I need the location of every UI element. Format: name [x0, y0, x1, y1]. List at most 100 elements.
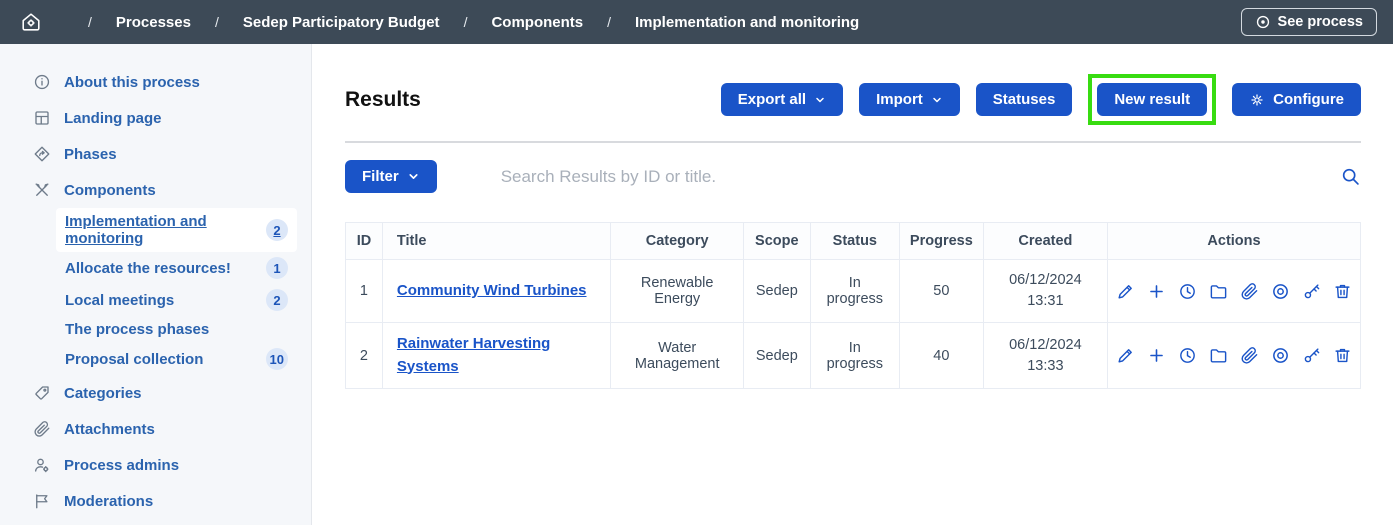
- result-status: In progress: [826, 340, 884, 372]
- result-status: In progress: [826, 275, 884, 307]
- column-header-category: Category: [611, 223, 743, 260]
- results-panel: Results Export all Import Statuses: [312, 44, 1393, 525]
- see-process-button[interactable]: See process: [1241, 8, 1377, 36]
- count-badge: 2: [266, 219, 288, 241]
- paperclip-icon[interactable]: [1240, 282, 1259, 301]
- trash-icon[interactable]: [1333, 282, 1352, 301]
- result-id: 2: [346, 323, 383, 389]
- chevron-down-icon: [814, 94, 826, 106]
- row-actions: [1116, 282, 1352, 301]
- result-title-link[interactable]: Community Wind Turbines: [397, 282, 587, 299]
- sidebar-component-implementation-monitoring[interactable]: Implementation and monitoring 2: [56, 208, 297, 252]
- breadcrumb-components[interactable]: Components: [491, 14, 583, 31]
- tools-icon: [33, 181, 51, 199]
- sidebar-item-attachments[interactable]: Attachments: [0, 411, 311, 447]
- clock-icon[interactable]: [1178, 346, 1197, 365]
- sidebar-item-label: About this process: [64, 74, 200, 91]
- result-progress: 40: [899, 323, 983, 389]
- eye-icon[interactable]: [1271, 282, 1290, 301]
- sidebar-component-proposal-collection[interactable]: Proposal collection 10: [56, 343, 297, 375]
- sidebar-item-categories[interactable]: Categories: [0, 375, 311, 411]
- edit-pencil-icon[interactable]: [1116, 346, 1135, 365]
- sidebar-component-local-meetings[interactable]: Local meetings 2: [56, 284, 297, 316]
- component-label: Local meetings: [65, 292, 174, 309]
- header-divider: [345, 141, 1361, 143]
- edit-pencil-icon[interactable]: [1116, 282, 1135, 301]
- result-created: 06/12/2024 13:33: [999, 335, 1091, 377]
- results-toolbar: Export all Import Statuses New re: [721, 74, 1361, 125]
- chevron-down-icon: [931, 94, 943, 106]
- paperclip-icon[interactable]: [1240, 346, 1259, 365]
- export-all-label: Export all: [738, 91, 806, 108]
- breadcrumb-separator: /: [215, 14, 219, 30]
- count-badge: 10: [266, 348, 288, 370]
- component-label: Allocate the resources!: [65, 260, 231, 277]
- paperclip-icon: [33, 420, 51, 438]
- result-id: 1: [346, 260, 383, 323]
- column-header-actions: Actions: [1108, 223, 1361, 260]
- page-title: Results: [345, 88, 421, 112]
- result-scope: Sedep: [743, 323, 810, 389]
- import-button[interactable]: Import: [859, 83, 960, 116]
- breadcrumb-separator: /: [88, 14, 92, 30]
- sidebar-item-label: Categories: [64, 385, 142, 402]
- sidebar-item-components[interactable]: Components: [0, 172, 311, 208]
- home-button[interactable]: [20, 11, 42, 33]
- result-title-link[interactable]: Rainwater Harvesting Systems: [397, 335, 550, 375]
- search-input[interactable]: [501, 167, 1330, 187]
- sidebar-item-label: Process admins: [64, 457, 179, 474]
- count-badge: 1: [266, 257, 288, 279]
- table-row: 2 Rainwater Harvesting Systems Water Man…: [346, 323, 1361, 389]
- sidebar-component-process-phases[interactable]: The process phases: [56, 316, 297, 343]
- import-label: Import: [876, 91, 923, 108]
- sidebar-item-phases[interactable]: Phases: [0, 136, 311, 172]
- result-progress: 50: [899, 260, 983, 323]
- column-header-status: Status: [810, 223, 899, 260]
- breadcrumb-processes[interactable]: Processes: [116, 14, 191, 31]
- component-label: Implementation and monitoring: [65, 213, 266, 247]
- eye-icon[interactable]: [1271, 346, 1290, 365]
- breadcrumb-process-name[interactable]: Sedep Participatory Budget: [243, 14, 440, 31]
- trash-icon[interactable]: [1333, 346, 1352, 365]
- key-icon[interactable]: [1302, 346, 1321, 365]
- statuses-button[interactable]: Statuses: [976, 83, 1073, 116]
- chevron-down-icon: [407, 170, 420, 183]
- plus-icon[interactable]: [1147, 282, 1166, 301]
- sidebar-item-process-admins[interactable]: Process admins: [0, 447, 311, 483]
- row-actions: [1116, 346, 1352, 365]
- sidebar-component-allocate-resources[interactable]: Allocate the resources! 1: [56, 252, 297, 284]
- phases-diamond-icon: [33, 145, 51, 163]
- statuses-label: Statuses: [993, 91, 1056, 108]
- plus-icon[interactable]: [1147, 346, 1166, 365]
- export-all-button[interactable]: Export all: [721, 83, 843, 116]
- sidebar-item-about[interactable]: About this process: [0, 64, 311, 100]
- component-label: The process phases: [65, 321, 209, 338]
- new-result-button[interactable]: New result: [1097, 83, 1207, 116]
- breadcrumb-bar: / Processes / Sedep Participatory Budget…: [0, 0, 1393, 44]
- table-row: 1 Community Wind Turbines Renewable Ener…: [346, 260, 1361, 323]
- new-result-label: New result: [1114, 91, 1190, 108]
- breadcrumb-current-component[interactable]: Implementation and monitoring: [635, 14, 859, 31]
- result-category: Renewable Energy: [619, 275, 734, 307]
- clock-icon[interactable]: [1178, 282, 1197, 301]
- filter-button[interactable]: Filter: [345, 160, 437, 193]
- results-table: ID Title Category Scope Status Progress …: [345, 222, 1361, 389]
- column-header-title: Title: [382, 223, 611, 260]
- tag-icon: [33, 384, 51, 402]
- sidebar-item-label: Attachments: [64, 421, 155, 438]
- filter-label: Filter: [362, 168, 399, 185]
- result-created: 06/12/2024 13:31: [999, 270, 1091, 312]
- sidebar-item-landing-page[interactable]: Landing page: [0, 100, 311, 136]
- configure-button[interactable]: Configure: [1232, 83, 1361, 116]
- key-icon[interactable]: [1302, 282, 1321, 301]
- sidebar-item-label: Phases: [64, 146, 117, 163]
- folder-icon[interactable]: [1209, 282, 1228, 301]
- sidebar-item-moderations[interactable]: Moderations: [0, 483, 311, 519]
- folder-icon[interactable]: [1209, 346, 1228, 365]
- search-icon[interactable]: [1340, 166, 1361, 187]
- breadcrumb-separator: /: [464, 14, 468, 30]
- configure-label: Configure: [1273, 91, 1344, 108]
- result-category: Water Management: [619, 340, 734, 372]
- admin-user-icon: [33, 456, 51, 474]
- table-header-row: ID Title Category Scope Status Progress …: [346, 223, 1361, 260]
